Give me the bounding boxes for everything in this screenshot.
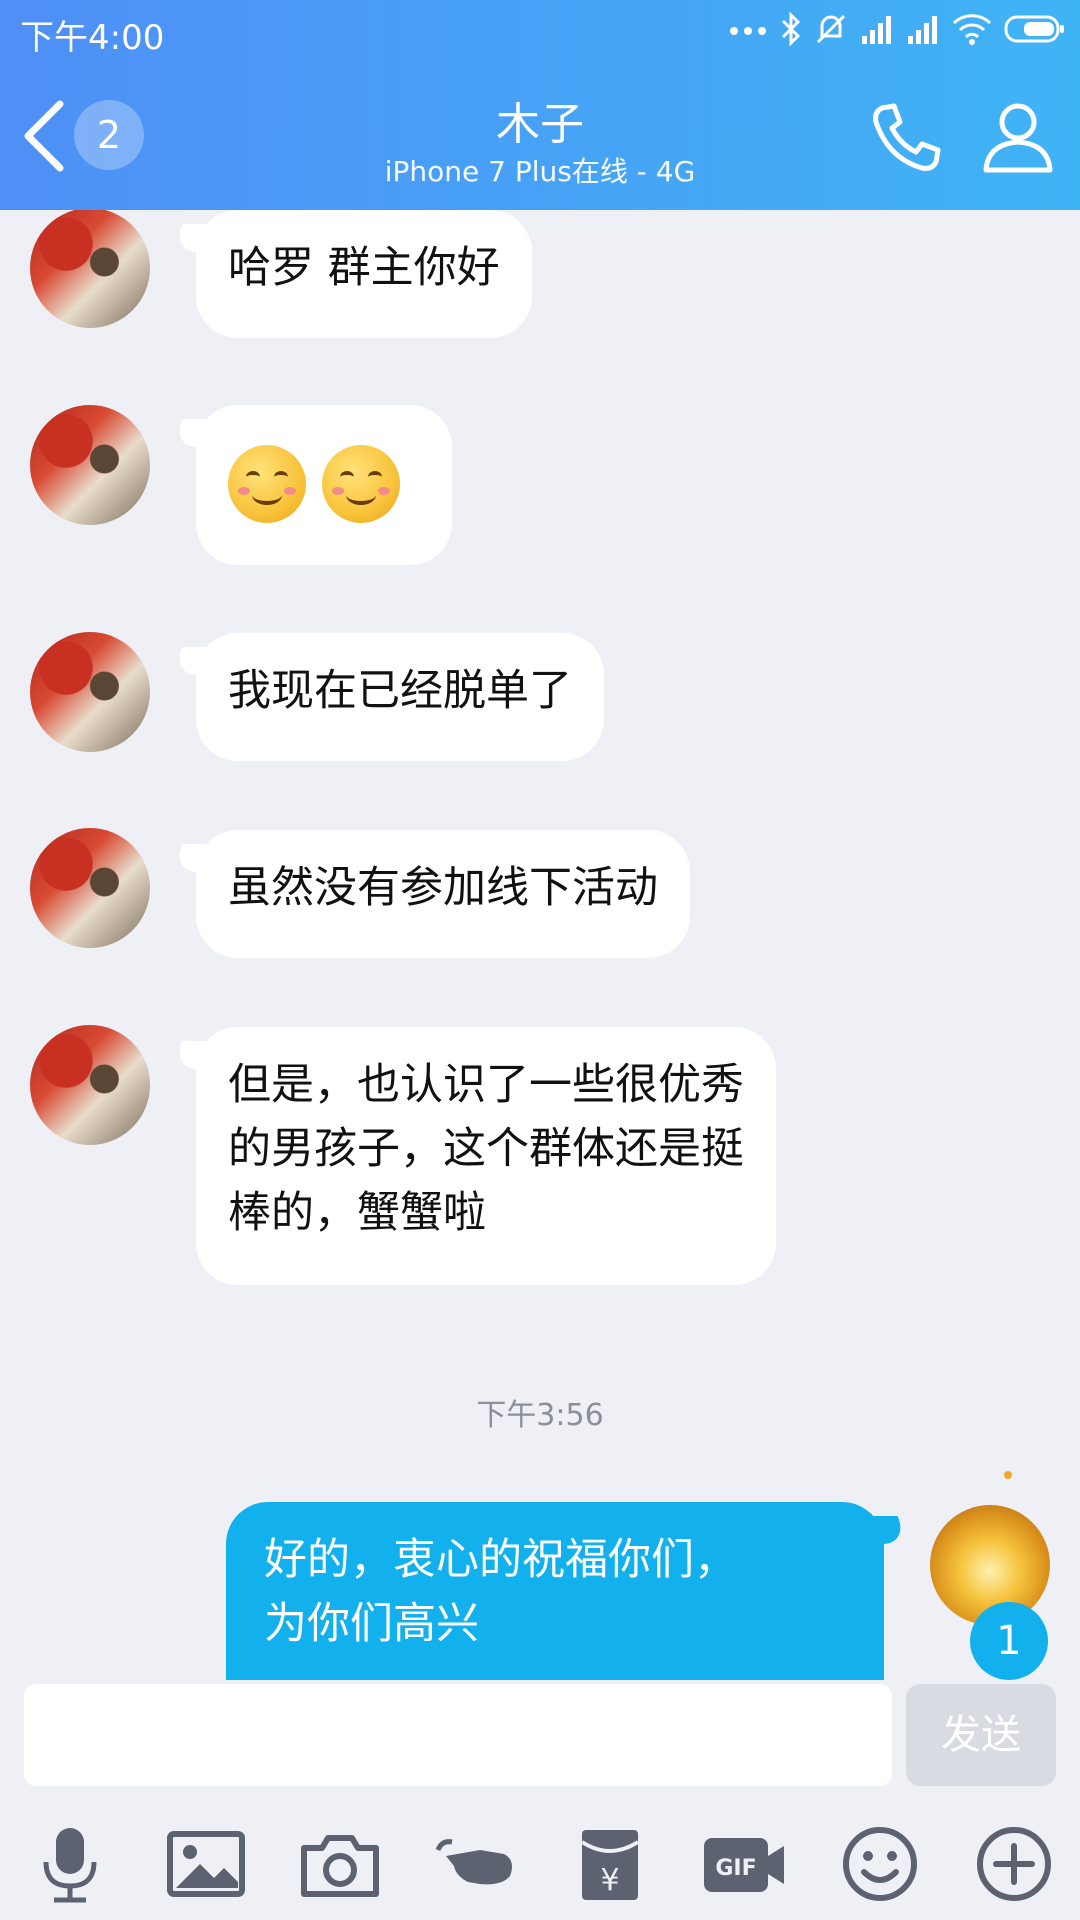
message-bubble[interactable] — [196, 405, 452, 565]
svg-text:¥: ¥ — [600, 1863, 619, 1898]
input-bar: 发送 — [0, 1680, 1080, 1790]
message-bubble[interactable]: 虽然没有参加线下活动 — [196, 830, 690, 958]
smile-emoji-icon — [228, 445, 306, 523]
message-input[interactable] — [24, 1684, 892, 1786]
red-packet-icon[interactable]: ¥ — [566, 1820, 654, 1908]
message-bubble[interactable]: 哈罗 群主你好 — [196, 210, 532, 338]
friend-avatar[interactable] — [30, 405, 150, 525]
battery-icon — [1004, 15, 1064, 43]
message-list[interactable]: 哈罗 群主你好 我现在已经脱单了 虽然没有参加线下活动 但是，也认识了一些很优秀… — [0, 210, 1080, 1680]
send-button[interactable]: 发送 — [906, 1684, 1056, 1786]
message-line: 好的，衷心的祝福你们， — [264, 1535, 737, 1585]
message-line: 棒的，蟹蟹啦 — [228, 1188, 486, 1238]
message-text: 我现在已经脱单了 — [228, 666, 572, 716]
new-message-badge[interactable]: 1 — [970, 1602, 1048, 1680]
message-bubble[interactable]: 但是，也认识了一些很优秀 的男孩子，这个群体还是挺 棒的，蟹蟹啦 — [196, 1027, 776, 1285]
svg-text:GIF: GIF — [715, 1856, 756, 1881]
emoji-icon[interactable] — [836, 1820, 924, 1908]
bluetooth-icon — [781, 12, 801, 46]
silent-icon — [816, 14, 846, 44]
gif-icon[interactable]: GIF — [700, 1820, 788, 1908]
smile-emoji-icon — [322, 445, 400, 523]
friend-avatar[interactable] — [30, 632, 150, 752]
outgoing-message-bubble[interactable]: 好的，衷心的祝福你们， 为你们高兴 — [226, 1502, 884, 1680]
profile-icon[interactable] — [978, 96, 1058, 176]
image-icon[interactable] — [162, 1820, 250, 1908]
phone-call-icon[interactable] — [866, 98, 946, 178]
signal-icon — [862, 16, 891, 44]
friend-avatar[interactable] — [30, 828, 150, 948]
unread-dot — [1004, 1471, 1012, 1479]
message-text: 哈罗 群主你好 — [228, 243, 500, 293]
message-line: 为你们高兴 — [264, 1599, 479, 1649]
message-line: 但是，也认识了一些很优秀 — [228, 1060, 744, 1110]
camera-icon[interactable] — [296, 1820, 384, 1908]
wifi-icon — [952, 14, 992, 45]
message-bubble[interactable]: 我现在已经脱单了 — [196, 633, 604, 761]
friend-avatar[interactable] — [30, 210, 150, 328]
signal-icon — [908, 16, 937, 44]
microphone-icon[interactable] — [26, 1820, 114, 1908]
chat-header: 下午4:00 2 木子 iPhone 7 Plus在线 - 4G — [0, 0, 1080, 210]
friend-avatar[interactable] — [30, 1025, 150, 1145]
plus-icon[interactable] — [970, 1820, 1058, 1908]
poke-icon[interactable] — [432, 1820, 520, 1908]
status-time: 下午4:00 — [20, 18, 165, 58]
input-toolbar: ¥ GIF — [0, 1800, 1080, 1920]
more-dots-icon — [730, 27, 766, 35]
message-text: 虽然没有参加线下活动 — [228, 863, 658, 913]
message-timestamp: 下午3:56 — [476, 1398, 604, 1433]
status-icons — [728, 12, 1066, 46]
message-line: 的男孩子，这个群体还是挺 — [228, 1124, 744, 1174]
